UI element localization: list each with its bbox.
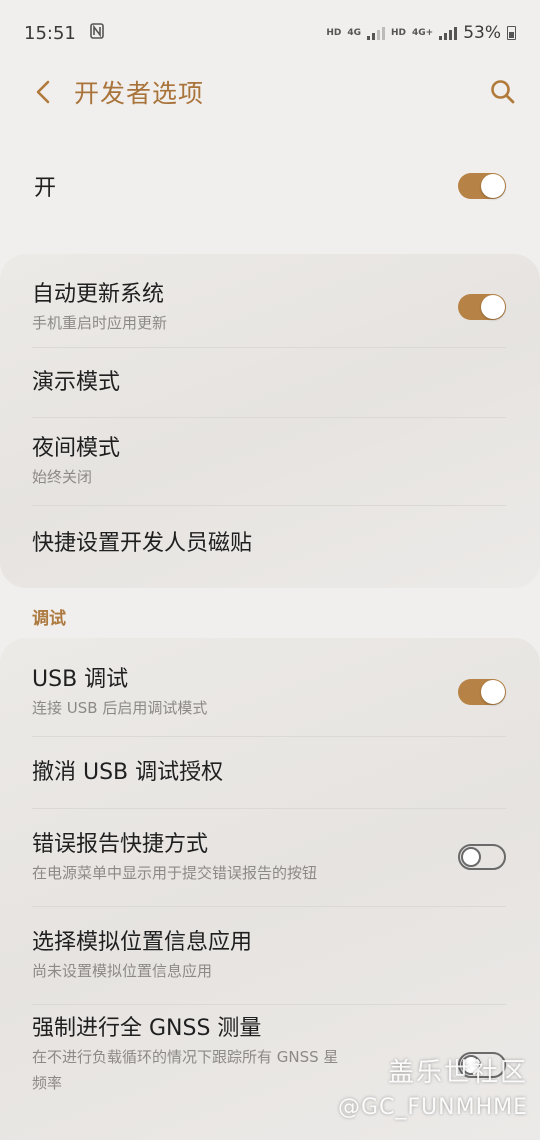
- divider: [32, 906, 506, 907]
- signal-icon-1: [366, 26, 385, 40]
- watermark-line-1: 盖乐世社区: [387, 1058, 528, 1088]
- bug-report-subtitle: 在电源菜单中显示用于提交错误报告的按钮: [32, 864, 318, 882]
- usb-debug-title: USB 调试: [32, 667, 129, 692]
- auto-update-row[interactable]: 自动更新系统 手机重启时应用更新: [0, 264, 540, 350]
- usb-debug-toggle[interactable]: [458, 679, 506, 705]
- toggle-knob: [481, 174, 505, 198]
- master-toggle[interactable]: [458, 173, 506, 199]
- battery-percent: 53%: [463, 23, 501, 43]
- revoke-usb-row[interactable]: 撤消 USB 调试授权: [0, 738, 540, 808]
- mock-location-row[interactable]: 选择模拟位置信息应用 尚未设置模拟位置信息应用: [0, 908, 540, 1002]
- divider: [32, 1004, 506, 1005]
- network-type-2: 4G+: [412, 27, 434, 38]
- mock-location-subtitle: 尚未设置模拟位置信息应用: [32, 962, 213, 980]
- quick-tiles-row[interactable]: 快捷设置开发人员磁贴: [0, 506, 540, 582]
- demo-mode-title: 演示模式: [32, 370, 121, 395]
- toggle-knob: [481, 680, 505, 704]
- search-icon[interactable]: [488, 77, 518, 107]
- auto-update-subtitle: 手机重启时应用更新: [32, 314, 168, 332]
- night-mode-title: 夜间模式: [32, 436, 121, 461]
- section-header-debug: 调试: [32, 609, 66, 629]
- gnss-subtitle-line2: 频率: [32, 1074, 63, 1092]
- hd-label-1: HD: [326, 27, 342, 38]
- master-switch-row[interactable]: 开: [0, 150, 540, 222]
- watermark: 盖乐世社区 @GC_FUNMHME: [338, 1052, 528, 1120]
- toggle-knob: [481, 295, 505, 319]
- hd-label-2: HD: [390, 27, 406, 38]
- signal-icon-2: [439, 26, 458, 40]
- chevron-left-icon[interactable]: [30, 79, 56, 105]
- bug-report-toggle[interactable]: [458, 844, 506, 870]
- app-bar: 开发者选项: [0, 66, 540, 118]
- divider: [32, 808, 506, 809]
- status-bar: 15:51 HD 4G HD 4G+ 53%: [0, 0, 540, 66]
- night-mode-row[interactable]: 夜间模式 始终关闭: [0, 418, 540, 504]
- revoke-usb-title: 撤消 USB 调试授权: [32, 760, 224, 785]
- gnss-subtitle: 在不进行负载循环的情况下跟踪所有 GNSS 星: [32, 1048, 339, 1066]
- gnss-title: 强制进行全 GNSS 测量: [32, 1016, 262, 1041]
- usb-debug-row[interactable]: USB 调试 连接 USB 后启用调试模式: [0, 650, 540, 734]
- toggle-knob: [461, 847, 481, 867]
- watermark-line-2: @GC_FUNMHME: [337, 1095, 528, 1120]
- night-mode-subtitle: 始终关闭: [32, 468, 93, 486]
- mock-location-title: 选择模拟位置信息应用: [32, 930, 253, 955]
- master-switch-label: 开: [34, 176, 57, 201]
- divider: [32, 736, 506, 737]
- auto-update-toggle[interactable]: [458, 294, 506, 320]
- quick-tiles-title: 快捷设置开发人员磁贴: [32, 531, 253, 556]
- network-type-1: 4G: [347, 27, 361, 38]
- page-title: 开发者选项: [74, 79, 205, 108]
- demo-mode-row[interactable]: 演示模式: [0, 348, 540, 418]
- nfc-icon: [90, 22, 104, 44]
- auto-update-title: 自动更新系统: [32, 282, 165, 307]
- battery-icon: [507, 26, 516, 40]
- bug-report-title: 错误报告快捷方式: [32, 832, 209, 857]
- settings-card-general: 自动更新系统 手机重启时应用更新 演示模式 夜间模式 始终关闭 快捷设置开发人员…: [0, 254, 540, 588]
- usb-debug-subtitle: 连接 USB 后启用调试模式: [32, 699, 208, 717]
- bug-report-row[interactable]: 错误报告快捷方式 在电源菜单中显示用于提交错误报告的按钮: [0, 810, 540, 904]
- status-time: 15:51: [24, 22, 76, 44]
